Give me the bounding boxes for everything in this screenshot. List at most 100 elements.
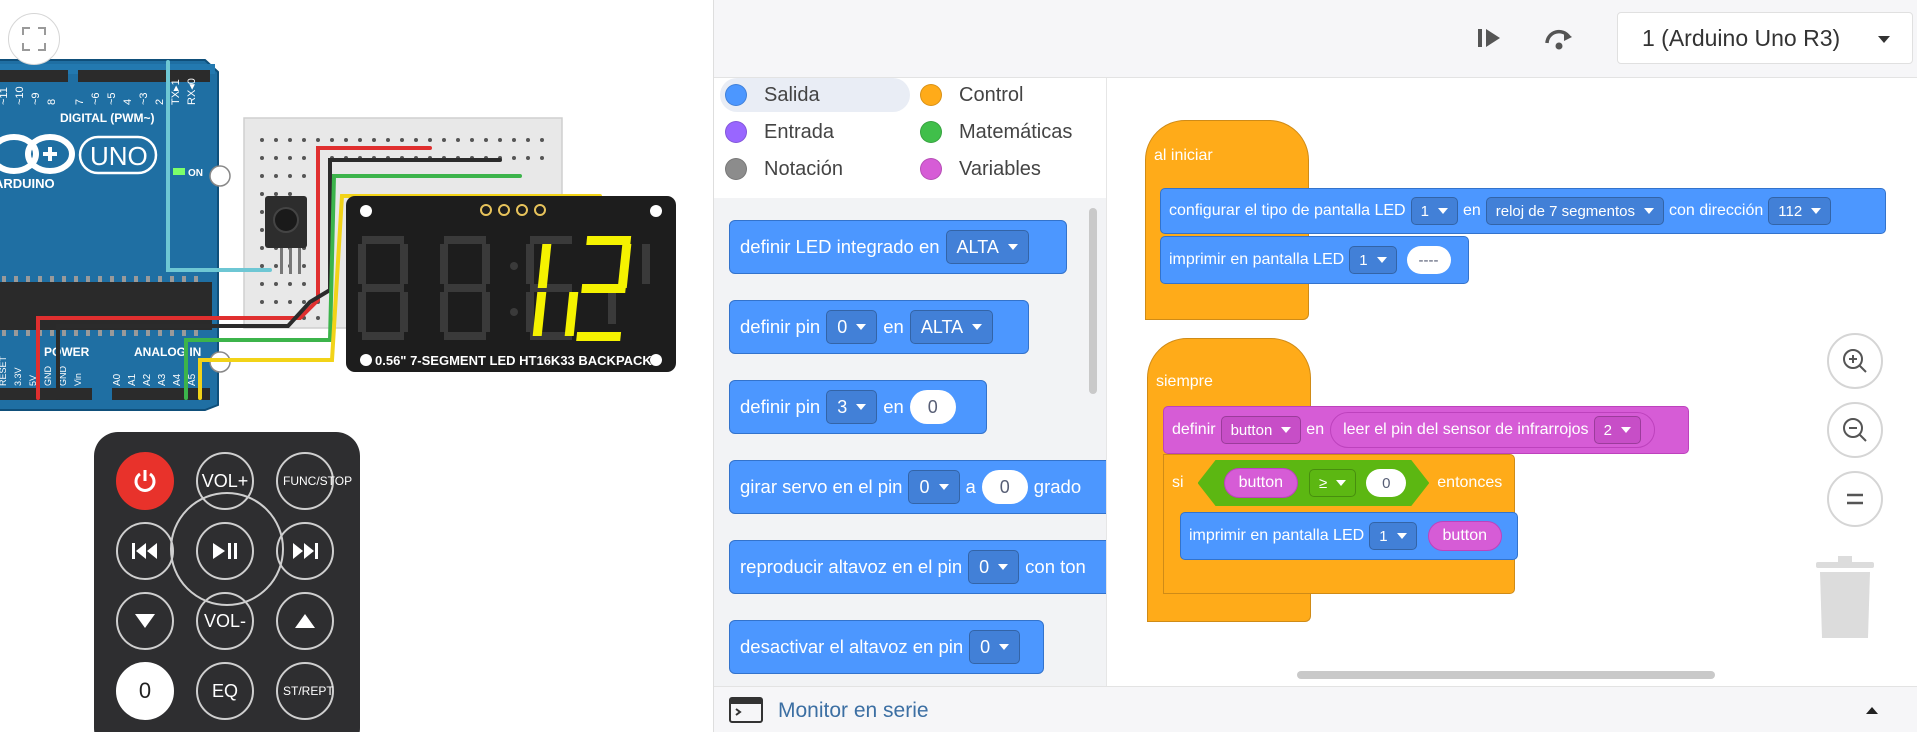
category-matematicas[interactable]: Matemáticas xyxy=(915,115,1105,149)
serial-monitor-bar[interactable]: Monitor en serie xyxy=(714,686,1917,732)
block-input[interactable]: ---- xyxy=(1406,246,1451,274)
block-input[interactable]: 0 xyxy=(1366,469,1406,497)
remote-down-button[interactable] xyxy=(116,592,174,650)
remote-button-label: VOL- xyxy=(203,611,246,631)
serial-monitor-label: Monitor en serie xyxy=(778,699,929,722)
remote-button-label: 0 xyxy=(138,678,152,703)
block-define-variable[interactable]: definir button en leer el pin del sensor… xyxy=(1163,406,1689,454)
trash-icon xyxy=(1816,556,1874,638)
block-dropdown[interactable]: 112 xyxy=(1768,197,1832,225)
block-dropdown[interactable]: 1 xyxy=(1369,522,1417,550)
block-if-then[interactable]: si button ≥ 0 entonces xyxy=(1163,454,1515,512)
category-dot xyxy=(920,121,942,143)
zoom-reset-button[interactable] xyxy=(1827,471,1883,527)
arduino-pin-label: 8 xyxy=(46,99,58,105)
arduino-pin-label: TX▸1 xyxy=(170,79,182,105)
board-select[interactable]: 1 (Arduino Uno R3) xyxy=(1617,12,1913,64)
circuit-canvas[interactable]: ~11 ~10 ~9 8 7 ~6 ~5 4 ~3 2 TX▸1 RX◂0 DI… xyxy=(0,0,713,732)
block-dropdown[interactable]: ALTA xyxy=(909,310,994,344)
board-select-value: 1 (Arduino Uno R3) xyxy=(1642,24,1841,51)
block-print-led-display[interactable]: imprimir en pantalla LED 1 ---- xyxy=(1160,236,1469,284)
block-text: reproducir altavoz en el pin xyxy=(740,556,963,577)
block-dropdown[interactable]: reloj de 7 segmentos xyxy=(1485,197,1664,225)
step-button[interactable] xyxy=(1469,20,1509,56)
category-notacion[interactable]: Notación xyxy=(720,152,910,186)
remote-button-label: FUNC/STOP xyxy=(283,473,353,488)
block-variable-button[interactable]: button xyxy=(1427,521,1503,551)
expand-icon xyxy=(22,27,46,51)
arduino-on-label: ON xyxy=(188,168,203,179)
block-configure-led-display[interactable]: configurar el tipo de pantalla LED 1 en … xyxy=(1160,188,1886,234)
arduino-power-label: POWER xyxy=(44,345,90,359)
seven-segment-display[interactable] xyxy=(346,196,676,372)
block-input[interactable]: 0 xyxy=(981,470,1028,504)
category-salida[interactable]: Salida xyxy=(720,78,910,112)
arduino-pin-label: A3 xyxy=(157,373,168,386)
block-dropdown[interactable]: ALTA xyxy=(945,230,1029,264)
remote-func-stop-button[interactable]: FUNC/STOP xyxy=(276,452,353,510)
fullscreen-button[interactable] xyxy=(8,13,60,65)
block-dropdown[interactable]: 2 xyxy=(1593,416,1641,444)
block-dropdown[interactable]: 1 xyxy=(1410,197,1458,225)
block-rotate-servo[interactable]: girar servo en el pin 0 a 0 grado xyxy=(729,460,1106,514)
block-variable-button[interactable]: button xyxy=(1224,468,1298,498)
arduino-pin-label: ~3 xyxy=(138,92,150,105)
block-dropdown[interactable]: 0 xyxy=(826,310,878,344)
category-control[interactable]: Control xyxy=(915,78,1095,112)
flyout-scrollbar[interactable] xyxy=(1089,208,1097,394)
zoom-out-icon xyxy=(1843,418,1867,442)
triangle-up-icon xyxy=(295,614,315,628)
workspace-horizontal-scrollbar[interactable] xyxy=(1297,671,1715,679)
block-read-ir-sensor[interactable]: leer el pin del sensor de infrarrojos 2 xyxy=(1330,412,1655,448)
hat-block-on-start[interactable]: al iniciar xyxy=(1145,120,1309,180)
chevron-up-icon[interactable] xyxy=(1864,704,1880,716)
block-dropdown[interactable]: 0 xyxy=(969,630,1021,664)
block-set-pin-analog[interactable]: definir pin 3 en 0 xyxy=(729,380,987,434)
hat-block-forever[interactable]: siempre xyxy=(1147,338,1311,408)
arduino-pin-label: 4 xyxy=(122,99,134,105)
arduino-pin-label: A1 xyxy=(127,373,138,386)
code-workspace[interactable]: al iniciar configurar el tipo de pantall… xyxy=(1106,78,1917,686)
category-entrada[interactable]: Entrada xyxy=(720,115,910,149)
block-flyout[interactable]: definir LED integrado en ALTA definir pi… xyxy=(714,198,1106,686)
block-compare[interactable]: button ≥ 0 xyxy=(1198,460,1430,506)
block-text: siempre xyxy=(1156,373,1213,390)
remote-power-button[interactable] xyxy=(116,452,174,510)
trash-can[interactable] xyxy=(1812,556,1878,640)
block-dropdown[interactable]: button xyxy=(1220,416,1302,444)
block-play-speaker[interactable]: reproducir altavoz en el pin 0 con ton xyxy=(729,540,1106,594)
remote-button-label: EQ xyxy=(211,681,238,701)
category-label: Notación xyxy=(764,157,843,180)
block-operator-dropdown[interactable]: ≥ xyxy=(1309,469,1356,497)
remote-eq-button[interactable]: EQ xyxy=(196,662,254,720)
remote-next-button[interactable] xyxy=(276,522,334,580)
step-over-button[interactable] xyxy=(1539,20,1579,56)
block-set-builtin-led[interactable]: definir LED integrado en ALTA xyxy=(729,220,1067,274)
block-set-pin-digital[interactable]: definir pin 0 en ALTA xyxy=(729,300,1029,354)
block-dropdown[interactable]: 0 xyxy=(908,470,960,504)
remote-up-button[interactable] xyxy=(276,592,334,650)
arduino-pin-label: ~6 xyxy=(90,92,102,105)
remote-vol-down-button[interactable]: VOL- xyxy=(196,592,254,650)
block-print-led-display-2[interactable]: imprimir en pantalla LED 1 button xyxy=(1180,512,1518,560)
block-turn-off-speaker[interactable]: desactivar el altavoz en pin 0 xyxy=(729,620,1044,674)
block-input[interactable]: 0 xyxy=(909,390,956,424)
block-dropdown[interactable]: 0 xyxy=(968,550,1020,584)
zoom-in-icon xyxy=(1843,349,1867,373)
zoom-in-button[interactable] xyxy=(1827,333,1883,389)
remote-play-pause-button[interactable] xyxy=(196,522,254,580)
block-dropdown[interactable]: 3 xyxy=(826,390,878,424)
block-text: si xyxy=(1172,474,1184,491)
equals-icon xyxy=(1847,493,1863,505)
remote-st-rept-button[interactable]: ST/REPT xyxy=(276,662,334,720)
zoom-out-button[interactable] xyxy=(1827,402,1883,458)
block-dropdown[interactable]: 1 xyxy=(1349,246,1397,274)
remote-vol-up-button[interactable]: VOL+ xyxy=(196,452,254,510)
ir-remote[interactable]: VOL+ FUNC/STOP VOL- 0 EQ ST/REPT xyxy=(94,432,360,732)
terminal-icon xyxy=(729,697,763,723)
category-variables[interactable]: Variables xyxy=(915,152,1095,186)
remote-prev-button[interactable] xyxy=(116,522,174,580)
block-text: imprimir en pantalla LED xyxy=(1169,251,1345,268)
remote-zero-button[interactable]: 0 xyxy=(116,662,174,720)
arduino-pin-label: A5 xyxy=(187,373,198,386)
